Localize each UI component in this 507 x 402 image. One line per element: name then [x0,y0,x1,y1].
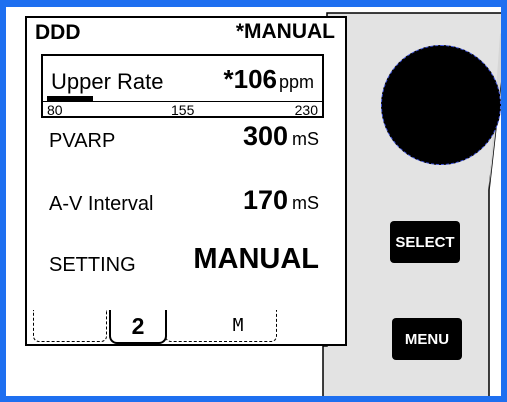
pvarp-number: 300 [242,121,288,151]
av-interval-unit: mS [292,193,319,213]
upper-rate-value: *106 ppm [223,64,314,95]
pvarp-unit: mS [292,129,319,149]
setting-label: SETTING [49,254,136,276]
display-screen: DDD *MANUAL Upper Rate *106 ppm 80 155 23… [25,16,347,346]
menu-button[interactable]: MENU [392,318,462,360]
tab-left[interactable] [33,310,107,342]
upper-rate-number: *106 [223,64,277,94]
rotary-knob[interactable] [381,45,501,165]
scale-mid-label: 155 [171,102,195,118]
tab-m-label: M [232,315,244,336]
select-button[interactable]: SELECT [390,221,460,263]
mode-status: *MANUAL [235,20,335,43]
page-tabs: 2 M [25,310,277,346]
pacing-mode: DDD [35,21,81,44]
av-interval-number: 170 [242,185,288,215]
pvarp-value[interactable]: 300 mS [243,121,319,152]
scale-max-label: 230 [294,102,318,118]
tab-page-2[interactable]: 2 [109,310,167,344]
upper-rate-field[interactable]: Upper Rate *106 ppm 80 155 230 [41,54,324,118]
setting-number: MANUAL [193,243,319,275]
upper-rate-label: Upper Rate [51,69,164,94]
pvarp-label: PVARP [49,130,116,152]
av-interval-value[interactable]: 170 mS [243,185,319,216]
av-interval-label: A-V Interval [49,193,154,215]
setting-value[interactable]: MANUAL [193,243,319,276]
upper-rate-unit: ppm [278,72,314,92]
scale-min-label: 80 [47,102,63,118]
tab-right[interactable] [165,310,277,342]
